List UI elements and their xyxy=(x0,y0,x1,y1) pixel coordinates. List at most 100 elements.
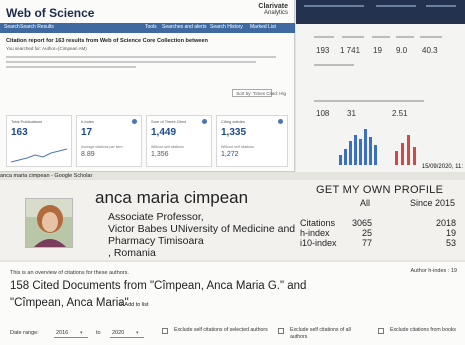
wos-nav-bar: Search Search Results Tools Searches and… xyxy=(0,23,295,33)
metric-value: 163 xyxy=(11,127,28,138)
add-to-list-link[interactable]: + Add to list xyxy=(120,302,149,308)
get-profile-heading[interactable]: GET MY OWN PROFILE xyxy=(316,184,443,196)
citation-report-subtitle: You searched for: Author=(Cimpean AM) xyxy=(6,46,87,51)
wos-citation-panel: Web of Science Clarivate Analytics Searc… xyxy=(0,0,295,172)
stat-label-blur xyxy=(396,36,414,38)
sort-value[interactable]: Times Cited: Hig xyxy=(253,91,286,96)
nav-tools[interactable]: Tools xyxy=(145,24,157,30)
stat-number: 31 xyxy=(347,109,356,118)
exclude-self-selected-checkbox[interactable] xyxy=(162,328,168,334)
metric-row-label[interactable]: Citations xyxy=(300,218,335,228)
histogram-bar xyxy=(407,135,410,165)
metric-label: Sum of Times Cited xyxy=(151,119,186,124)
publication-sparkline xyxy=(11,148,68,163)
stat-label-blur xyxy=(314,64,354,66)
checkbox-label: Exclude self citations of all authors xyxy=(290,327,351,340)
affiliation-line: Pharmacy Timisoara xyxy=(108,235,204,247)
stat-number: 1 741 xyxy=(340,46,361,55)
histogram-bar xyxy=(349,141,352,165)
profile-photo-graphic xyxy=(26,199,72,247)
clarivate-sub: Analytics xyxy=(263,10,288,16)
metric-subvalue: 1,356 xyxy=(151,151,169,158)
date-to-select[interactable]: 2020 xyxy=(112,330,124,336)
clarivate-logo: Clarivate Analytics xyxy=(258,3,288,16)
metric-value[interactable]: 1,335 xyxy=(221,127,246,138)
histogram-bar xyxy=(359,139,362,165)
metric-all-value: 25 xyxy=(361,228,372,238)
metric-box-times-cited: Sum of Times Cited 1,449 Without self ci… xyxy=(146,115,212,167)
blur-text-line xyxy=(6,56,276,58)
metric-box-citing-articles: Citing articles 1,335 Without self citat… xyxy=(216,115,288,167)
nav-searches-alerts[interactable]: Searches and alerts xyxy=(162,24,206,30)
stat-number: 2.51 xyxy=(392,109,408,118)
stat-label-blur xyxy=(342,36,364,38)
histogram-bar xyxy=(344,149,347,165)
blur-text-line xyxy=(426,5,456,7)
nav-marked-list[interactable]: Marked List xyxy=(250,24,276,30)
stat-label-blur xyxy=(372,36,390,38)
checkbox-label: Exclude self citations of selected autho… xyxy=(174,327,268,333)
metric-all-value: 3065 xyxy=(351,218,372,228)
metric-label: h-index xyxy=(81,119,95,124)
stat-number: 19 xyxy=(373,46,382,55)
blur-text-line xyxy=(376,5,416,7)
metric-label: Citing articles xyxy=(221,119,246,124)
metric-subvalue: 8.89 xyxy=(81,151,95,158)
metric-all-value: 77 xyxy=(361,238,372,248)
stat-number: 108 xyxy=(316,109,330,118)
nav-search-history[interactable]: Search History xyxy=(210,24,243,30)
date-from-select[interactable]: 2016 xyxy=(56,330,68,336)
sort-label: Sort by: Times Cited: Hig xyxy=(236,91,286,96)
metric-sublabel: Without self citations xyxy=(151,145,184,149)
blur-text-line xyxy=(6,66,136,68)
stat-number: 40.3 xyxy=(422,46,438,55)
author-hindex: Author h-index : 19 xyxy=(410,268,457,274)
select-underline xyxy=(54,337,88,338)
histogram-bar xyxy=(395,151,398,165)
citation-report-title: Citation report for 163 results from Web… xyxy=(6,38,208,44)
metric-box-hindex: h-index 17 Average citations per item 8.… xyxy=(76,115,142,167)
blur-text-line xyxy=(304,5,364,7)
chevron-down-icon[interactable]: ▾ xyxy=(80,330,83,336)
col-header-all: All xyxy=(360,198,371,208)
info-icon xyxy=(278,119,283,124)
scholar-page-label: anca maria cimpean - Google Scholar xyxy=(0,173,93,179)
metric-value: 1,449 xyxy=(151,127,177,138)
select-underline xyxy=(110,337,144,338)
histogram-bar xyxy=(369,137,372,165)
info-icon xyxy=(132,119,137,124)
affiliation-line: Victor Babes UNiversity of Medicine and xyxy=(108,223,296,235)
metric-sublabel: Average citations per item xyxy=(81,145,123,149)
stat-label-blur xyxy=(314,36,334,38)
nav-search-results[interactable]: Search Results xyxy=(20,24,54,30)
dark-header-panel xyxy=(296,0,465,24)
stat-label-blur xyxy=(314,100,424,102)
metric-label: Total Publications xyxy=(11,119,43,124)
histogram-bar xyxy=(339,155,342,165)
histogram-bar xyxy=(364,129,367,165)
metric-subvalue[interactable]: 1,272 xyxy=(221,151,239,158)
histogram-bar xyxy=(374,145,377,165)
scholar-name: anca maria cimpean xyxy=(95,188,249,207)
metric-since-value: 53 xyxy=(445,238,456,248)
chevron-down-icon[interactable]: ▾ xyxy=(136,330,139,336)
stat-number: 193 xyxy=(316,46,330,55)
affiliation-line: , Romania xyxy=(108,247,156,259)
metric-since-value: 19 xyxy=(445,228,456,238)
exclude-self-all-checkbox[interactable] xyxy=(278,328,284,334)
histogram-bar xyxy=(401,143,404,165)
exclude-books-checkbox[interactable] xyxy=(378,328,384,334)
overview-text: This is an overview of citations for the… xyxy=(10,270,129,276)
affiliation-line: Associate Professor, xyxy=(108,211,204,223)
metric-box-publications: Total Publications 163 xyxy=(6,115,72,167)
metric-row-label[interactable]: h-index xyxy=(300,228,330,238)
sort-label-text: Sort by: xyxy=(236,91,252,96)
metric-row-label[interactable]: i10-index xyxy=(300,238,337,248)
metric-since-value: 2018 xyxy=(435,218,456,228)
date-range-label: Date range: xyxy=(10,330,39,336)
nav-search[interactable]: Search xyxy=(4,24,20,30)
col-header-since: Since 2015 xyxy=(410,198,456,208)
stat-label-blur xyxy=(420,36,442,38)
cited-documents-title-cont: "Cîmpean, Anca Maria" xyxy=(10,297,129,309)
stat-number: 9.0 xyxy=(396,46,408,55)
